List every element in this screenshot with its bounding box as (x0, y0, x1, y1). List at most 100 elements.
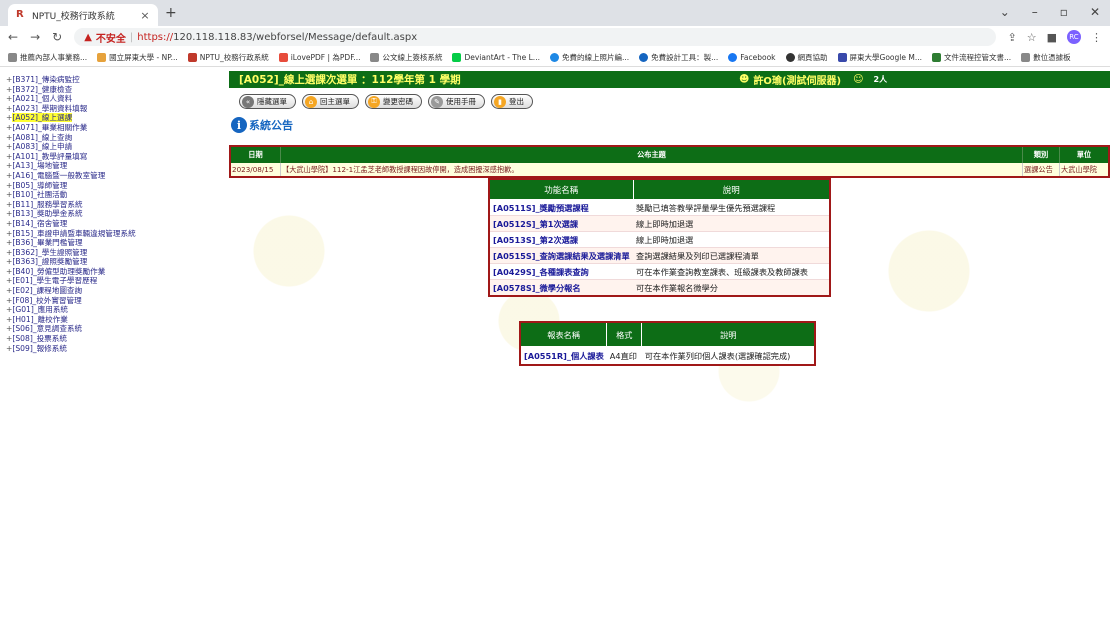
menu-item[interactable]: +[A081]_線上查詢 (6, 133, 216, 143)
bookmark-item[interactable]: 公文線上簽核系統 (370, 52, 442, 63)
user-avatar-icon: ☻ (739, 74, 750, 85)
column-header: 公布主題 (280, 146, 1023, 163)
not-secure-icon: ▲ (84, 31, 92, 43)
bookmark-item[interactable]: 國立屏東大學 - NP... (97, 52, 178, 63)
bookmark-item[interactable]: 屏東大學Google M... (837, 52, 922, 63)
table-row[interactable]: 2023/08/15 【大武山學院】112-1江孟芝老師教授課程因故停開，造成困… (229, 163, 1109, 177)
page-title: [A052]_線上選課次選單 ：112學年第 1 學期 (239, 74, 461, 86)
column-header: 說明 (632, 178, 831, 200)
profile-avatar[interactable]: RC (1067, 30, 1081, 44)
function-description: 可在本作業查詢教室課表、班級課表及教師課表 (633, 263, 830, 280)
announcement-link[interactable]: 【大武山學院】112-1江孟芝老師教授課程因故停開，造成困擾深感抱歉。 (280, 163, 1023, 177)
bookmark-item[interactable]: 網頁協助 (785, 52, 828, 63)
menu-item[interactable]: +[B11]_服務學習系統 (6, 200, 216, 210)
bookmark-item[interactable]: Facebook (728, 52, 776, 62)
reload-icon[interactable]: ↻ (52, 30, 62, 44)
menu-item[interactable]: +[S08]_投票系統 (6, 334, 216, 344)
browser-toolbar: ⇪ ☆ ■ RC ⋮ (1008, 30, 1102, 44)
bookmark-item[interactable]: 文件流程控管文書... (932, 52, 1011, 63)
sidepanel-icon[interactable]: ■ (1047, 31, 1057, 44)
menu-item-label: [A052]_線上選課 (12, 113, 73, 123)
menu-item[interactable]: +[B36]_畢業門檻管理 (6, 238, 216, 248)
menu-item[interactable]: +[F08]_校外實習管理 (6, 296, 216, 306)
menu-item[interactable]: +[A021]_個人資料 (6, 94, 216, 104)
url-field[interactable]: ▲ 不安全 | https://120.118.118.83/webforsel… (74, 28, 996, 46)
bookmark-item[interactable]: NPTU_校務行政系統 (187, 52, 269, 63)
menu-item[interactable]: +[B362]_學生證照管理 (6, 248, 216, 258)
manual-button[interactable]: ✎ 使用手冊 (428, 94, 485, 109)
menu-item-label: [A13]_場地管理 (12, 161, 68, 171)
menu-item[interactable]: +[B15]_車證申請暨車輛違規管理系統 (6, 229, 216, 239)
table-row: [A0551R]_個人課表 A4直印 可在本作業列印個人課表(選課確認完成) (520, 347, 815, 366)
tab-title: NPTU_校務行政系統 (32, 11, 115, 22)
function-link[interactable]: [A0511S]_獎勵預選課程 (489, 199, 633, 216)
column-header: 功能名稱 (488, 178, 634, 200)
minimize-icon[interactable]: – (1032, 5, 1038, 19)
main-panel: [A052]_線上選課次選單 ：112學年第 1 學期 ☻ 許O瑜(測試伺服器)… (229, 71, 1110, 631)
close-window-icon[interactable]: ✕ (1090, 5, 1100, 19)
bookmark-item[interactable]: 數位憑據板 (1021, 52, 1071, 63)
menu-item[interactable]: +[A083]_線上申請 (6, 142, 216, 152)
back-icon[interactable]: ← (8, 30, 18, 44)
bookmark-item[interactable]: DeviantArt - The L... (452, 52, 540, 62)
menu-item[interactable]: +[B14]_宿舍管理 (6, 219, 216, 229)
menu-item[interactable]: +[A023]_學期資料填報 (6, 104, 216, 114)
title-bar: [A052]_線上選課次選單 ：112學年第 1 學期 ☻ 許O瑜(測試伺服器)… (229, 71, 1110, 88)
bookmark-star-icon[interactable]: ☆ (1027, 31, 1037, 44)
menu-item[interactable]: +[A101]_教學評量填寫 (6, 152, 216, 162)
more-menu-icon[interactable]: ⋮ (1091, 31, 1102, 44)
menu-item-label: [B36]_畢業門檻管理 (12, 238, 83, 248)
main-menu-button[interactable]: ⌂ 回主選單 (302, 94, 359, 109)
report-link[interactable]: [A0551R]_個人課表 (520, 347, 607, 366)
restore-icon[interactable]: ▫ (1060, 5, 1068, 19)
menu-item-label: [A071]_畢業相關作業 (12, 122, 88, 132)
forward-icon[interactable]: → (30, 30, 40, 44)
new-tab-icon[interactable]: + (165, 5, 177, 21)
menu-item[interactable]: +[B372]_健康檢查 (6, 85, 216, 95)
menu-item[interactable]: +[A13]_場地管理 (6, 161, 216, 171)
side-menu: +[B371]_傳染病監控 +[B372]_健康檢查 +[A021]_個人資料 +[A… (6, 75, 216, 353)
menu-item[interactable]: +[B13]_獎助學金系統 (6, 209, 216, 219)
bookmark-item[interactable]: 推薦內部人事業務... (8, 52, 87, 63)
menu-item[interactable]: +[H01]_離校作業 (6, 315, 216, 325)
tab-search-icon[interactable]: ⌄ (1000, 5, 1010, 19)
table-row: [A0515S]_查詢選課結果及選課清單 查詢選課結果及列印已選課程清單 (489, 247, 830, 264)
function-link[interactable]: [A0578S]_微學分報名 (489, 279, 633, 297)
menu-item[interactable]: +[B363]_證照獎勵管理 (6, 257, 216, 267)
system-notice-label: 系統公告 (249, 119, 293, 132)
browser-tab[interactable]: R NPTU_校務行政系統 × (8, 4, 158, 26)
menu-item[interactable]: +[S09]_報修系統 (6, 344, 216, 354)
change-password-button[interactable]: ⚿ 變更密碼 (365, 94, 422, 109)
menu-item[interactable]: +[A052]_線上選課 (6, 113, 216, 123)
close-tab-icon[interactable]: × (138, 9, 152, 22)
menu-item[interactable]: +[A071]_畢業相關作業 (6, 123, 216, 133)
report-format: A4直印 (609, 350, 637, 361)
menu-item[interactable]: +[B371]_傳染病監控 (6, 75, 216, 85)
bookmark-icon (452, 52, 462, 62)
bookmark-item[interactable]: iLovePDF | 為PDF... (278, 52, 360, 63)
bookmark-icon (8, 52, 17, 62)
menu-item[interactable]: +[A16]_電腦暨一般教室管理 (6, 171, 216, 181)
menu-item[interactable]: +[S06]_意見調查系統 (6, 324, 216, 334)
menu-item[interactable]: +[E01]_學生電子學習歷程 (6, 276, 216, 286)
hide-menu-button[interactable]: «隱藏選單 (239, 94, 296, 109)
menu-item[interactable]: +[B05]_導師管理 (6, 181, 216, 191)
logout-button[interactable]: ▮ 登出 (491, 94, 533, 109)
bookmark-item[interactable]: 免費的線上照片編... (549, 52, 629, 63)
menu-item[interactable]: +[G01]_應用系統 (6, 305, 216, 315)
share-icon[interactable]: ⇪ (1008, 31, 1017, 44)
bookmark-item[interactable]: 免費設計工具：製... (639, 52, 718, 63)
menu-item-label: [B362]_學生證照管理 (12, 247, 88, 257)
menu-item[interactable]: +[E02]_課程地圖查詢 (6, 286, 216, 296)
function-link[interactable]: [A0513S]_第2次選課 (489, 231, 633, 248)
table-header-row: 日期 公布主題 類別 單位 (229, 146, 1109, 163)
column-header: 單位 (1059, 146, 1109, 163)
function-link[interactable]: [A0512S]_第1次選課 (489, 215, 633, 232)
window-controls: ⌄ – ▫ ✕ (1000, 5, 1100, 19)
function-link[interactable]: [A0515S]_查詢選課結果及選課清單 (489, 247, 633, 264)
function-link[interactable]: [A0429S]_各種課表查詢 (489, 263, 633, 280)
bookmark-icon (97, 52, 107, 62)
menu-item[interactable]: +[B10]_社團活動 (6, 190, 216, 200)
table-row: [A0511S]_獎勵預選課程 獎勵已填答教學評量學生優先預選課程 (489, 199, 830, 216)
table-header-row: 報表名稱 格式 說明 (519, 321, 816, 347)
